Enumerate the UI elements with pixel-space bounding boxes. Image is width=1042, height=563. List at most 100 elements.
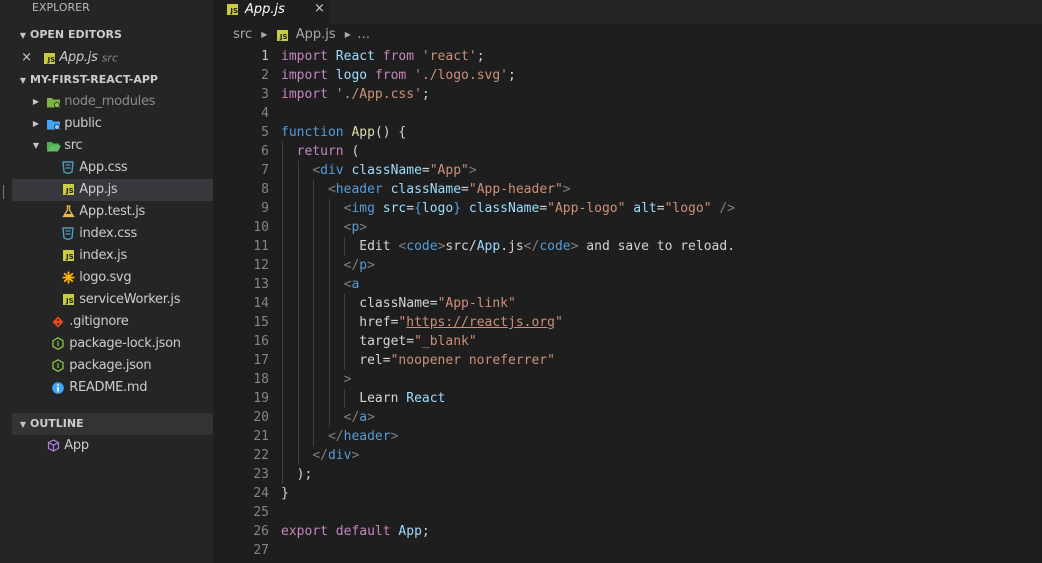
nodejs-icon [51, 355, 65, 377]
indent-guide [328, 256, 330, 275]
indent-guide [297, 446, 299, 465]
explorer-sidebar: EXPLORER ▼ OPEN EDITORS × JS App.js src ▼… [12, 0, 213, 563]
indent-guide [282, 294, 283, 313]
js-file-icon: JS [276, 29, 288, 41]
line-number: 27 [253, 543, 269, 558]
js-file-icon: JS [62, 184, 74, 195]
line-number: 12 [253, 258, 269, 273]
tree-item-package-json[interactable]: package.json [12, 355, 213, 377]
indent-guide [297, 218, 299, 237]
open-editor-item[interactable]: × JS App.js src [12, 47, 213, 69]
indent-guide [297, 199, 299, 218]
outline-item-app[interactable]: App [12, 435, 213, 457]
line-number: 3 [261, 87, 269, 102]
line-number: 19 [253, 391, 269, 406]
code-line[interactable]: </header> [281, 427, 398, 446]
code-line[interactable]: function App() { [281, 123, 406, 142]
tree-item-package-lock-json[interactable]: package-lock.json [12, 333, 213, 355]
code-line[interactable]: import logo from './logo.svg'; [281, 66, 516, 85]
indent-guide [297, 370, 299, 389]
open-editors-header[interactable]: ▼ OPEN EDITORS [12, 24, 213, 46]
line-number: 13 [253, 277, 269, 292]
indent-guide [313, 408, 315, 427]
tree-item-readme-md[interactable]: README.md [12, 377, 213, 399]
indent-guide [282, 256, 283, 275]
tree-item-index-js[interactable]: JS index.js [12, 245, 213, 267]
indent-guide [313, 370, 315, 389]
line-number: 16 [253, 334, 269, 349]
breadcrumb-folder[interactable]: src [233, 27, 252, 42]
code-line[interactable]: <a [281, 275, 360, 294]
info-icon [51, 377, 65, 399]
project-header[interactable]: ▼ MY-FIRST-REACT-APP [12, 69, 213, 91]
chevron-right-icon: ▶ [344, 30, 351, 39]
indent-guide [313, 256, 315, 275]
indent-guide [344, 389, 346, 408]
code-line[interactable]: <p> [281, 218, 367, 237]
tree-item-app-test-js[interactable]: App.test.js [12, 201, 213, 223]
tree-item-app-js[interactable]: JS App.js [12, 179, 213, 201]
tree-item-node-modules[interactable]: ▶ node_modules [12, 91, 213, 113]
indent-guide [313, 294, 315, 313]
tree-item-index-css[interactable]: index.css [12, 223, 213, 245]
test-flask-icon [61, 201, 75, 223]
line-number: 7 [261, 163, 269, 178]
close-icon[interactable]: × [12, 47, 32, 69]
code-line[interactable]: </div> [281, 446, 359, 465]
line-number: 8 [261, 182, 269, 197]
line-number: 25 [253, 505, 269, 520]
close-icon[interactable]: × [314, 0, 325, 18]
indent-guide [344, 294, 346, 313]
code-line[interactable]: Learn React [281, 389, 445, 408]
code-line[interactable]: return ( [281, 142, 360, 161]
indent-guide [328, 408, 330, 427]
js-file-icon: JS [44, 52, 56, 64]
indent-guide [297, 351, 299, 370]
indent-guide [282, 389, 283, 408]
indent-guide [328, 294, 330, 313]
indent-guide [344, 313, 346, 332]
code-line[interactable]: <header className="App-header"> [281, 180, 571, 199]
outline-header[interactable]: ▼ OUTLINE [12, 413, 213, 435]
indent-guide [282, 408, 283, 427]
js-file-icon: JS [62, 250, 74, 261]
code-editor[interactable]: 1 2 3 4 5 6 7 8 9 10 11 12 13 14 15 16 17 18 19 20 21 22 23 24 2… [213, 46, 1042, 563]
indent-guide [282, 465, 283, 484]
code-line[interactable]: Edit <code>src/App.js</code> and save to… [281, 237, 735, 256]
tree-item-public[interactable]: ▶ public [12, 113, 213, 135]
tree-item-gitignore[interactable]: .gitignore [12, 311, 213, 333]
code-line[interactable]: className="App-link" [281, 294, 516, 313]
code-line[interactable]: > [281, 370, 352, 389]
line-number: 21 [253, 429, 269, 444]
tab-app-js[interactable]: JS App.js × [213, 0, 329, 24]
chevron-down-icon: ▼ [19, 420, 27, 429]
code-line[interactable]: href="https://reactjs.org" [281, 313, 563, 332]
indent-guide [282, 427, 283, 446]
code-line[interactable]: <div className="App"> [281, 161, 476, 180]
code-line[interactable]: import './App.css'; [281, 85, 430, 104]
nodejs-icon [51, 333, 65, 355]
line-number: 23 [253, 467, 269, 482]
public-folder-icon [46, 113, 61, 135]
tree-item-serviceworker-js[interactable]: JS serviceWorker.js [12, 289, 213, 311]
line-number: 11 [253, 239, 269, 254]
code-line[interactable]: <img src={logo} className="App-logo" alt… [281, 199, 735, 218]
tree-item-src[interactable]: ▼ src [12, 135, 213, 157]
tree-item-app-css[interactable]: App.css [12, 157, 213, 179]
indent-guide [297, 313, 299, 332]
code-line[interactable]: target="_blank" [281, 332, 476, 351]
code-line[interactable]: import React from 'react'; [281, 47, 485, 66]
indent-guide [328, 351, 330, 370]
line-number: 9 [261, 201, 269, 216]
indent-guide [313, 351, 315, 370]
code-line[interactable]: } [281, 484, 289, 503]
breadcrumb-more[interactable]: … [357, 27, 370, 42]
breadcrumb-file[interactable]: App.js [296, 27, 336, 42]
code-line[interactable]: export default App; [281, 522, 430, 541]
code-line[interactable]: ); [281, 465, 313, 484]
open-editor-filename: App.js [59, 50, 98, 65]
indent-guide [328, 389, 330, 408]
tree-item-logo-svg[interactable]: logo.svg [12, 267, 213, 289]
indent-guide [297, 332, 299, 351]
code-line[interactable]: rel="noopener noreferrer" [281, 351, 555, 370]
